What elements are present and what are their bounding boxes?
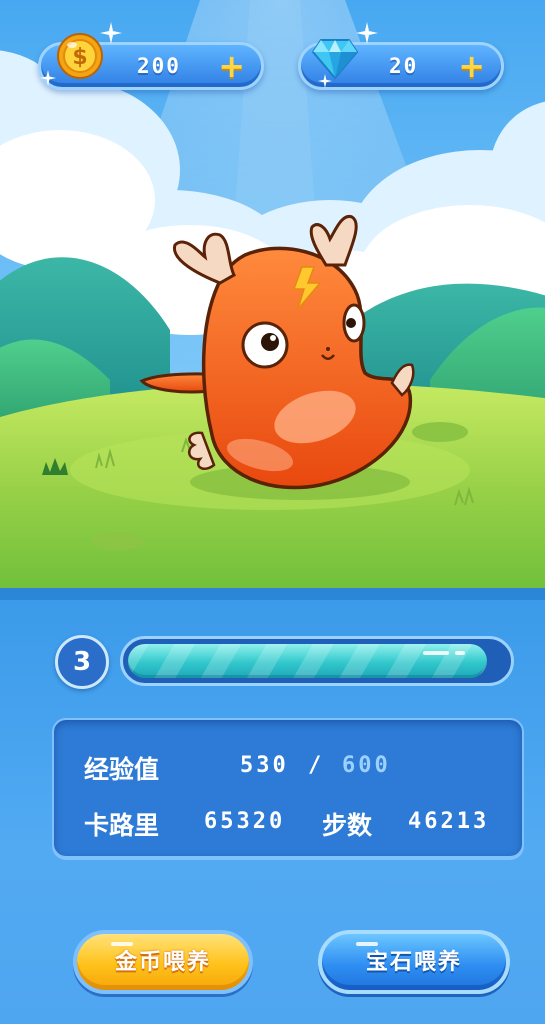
panel-divider bbox=[0, 588, 545, 600]
sparkle-icon bbox=[356, 22, 378, 44]
gem-feed-label: 宝石喂养 bbox=[365, 950, 462, 975]
experience-label: 经验值 bbox=[84, 755, 160, 784]
coin-feed-button[interactable]: 金币喂养 bbox=[73, 930, 253, 994]
gold-coin-icon: $ bbox=[57, 33, 103, 79]
steps-value: 46213 bbox=[408, 809, 490, 834]
steps-label: 步数 bbox=[322, 811, 373, 840]
stats-box: 经验值 530 / 600 卡路里 65320 步数 46213 bbox=[52, 718, 524, 858]
experience-current: 530 bbox=[240, 753, 289, 778]
experience-max: 600 bbox=[342, 753, 391, 778]
level-badge: 3 bbox=[55, 635, 109, 689]
experience-progress-fill bbox=[128, 644, 487, 678]
experience-separator: / bbox=[308, 753, 325, 778]
sparkle-icon bbox=[318, 74, 332, 88]
progress-highlight bbox=[423, 651, 449, 655]
coin-balance-value: 200 bbox=[137, 54, 181, 78]
sparkle-icon bbox=[100, 22, 122, 44]
button-highlight bbox=[111, 942, 133, 946]
calories-value: 65320 bbox=[204, 809, 286, 834]
button-highlight bbox=[356, 942, 378, 946]
experience-progress-bar bbox=[120, 636, 514, 686]
gem-balance-value: 20 bbox=[389, 54, 419, 78]
progress-highlight bbox=[455, 651, 465, 655]
svg-text:$: $ bbox=[72, 45, 87, 70]
add-coins-button[interactable]: + bbox=[218, 47, 245, 85]
coin-feed-label: 金币喂养 bbox=[114, 950, 211, 975]
gem-feed-button[interactable]: 宝石喂养 bbox=[318, 930, 510, 994]
calories-label: 卡路里 bbox=[84, 811, 160, 840]
dragon-pet-icon[interactable] bbox=[130, 205, 430, 505]
sparkle-icon bbox=[40, 70, 56, 86]
add-gems-button[interactable]: + bbox=[458, 47, 485, 85]
